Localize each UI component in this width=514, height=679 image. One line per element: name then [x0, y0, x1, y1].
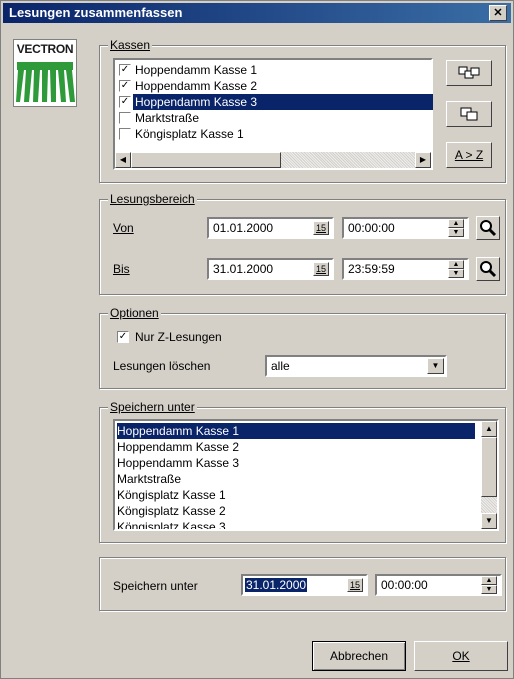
list-item[interactable]: Köngisplatz Kasse 2	[117, 503, 226, 519]
delete-select[interactable]: alle ▼	[265, 355, 447, 377]
from-time-field[interactable]: 00:00:00 ▲ ▼	[342, 217, 469, 239]
logo-graphic	[16, 62, 75, 102]
delete-label: Lesungen löschen	[113, 359, 211, 373]
checkbox[interactable]: ✓	[119, 80, 131, 92]
close-icon: ✕	[493, 7, 503, 19]
kassen-legend: Kassen	[108, 38, 153, 52]
arrow-left-icon: ◀	[119, 155, 127, 164]
list-item[interactable]: Marktstraße	[117, 471, 181, 487]
options-group: Optionen	[99, 306, 506, 389]
calendar-icon[interactable]: 15	[347, 578, 363, 592]
scroll-up-button[interactable]: ▲	[481, 421, 497, 437]
magnifier-icon	[480, 220, 497, 237]
scroll-thumb[interactable]	[481, 437, 497, 497]
spin-up-icon[interactable]: ▲	[448, 260, 464, 269]
list-item[interactable]: Hoppendamm Kasse 1	[117, 423, 475, 439]
logo-text: VECTRON	[16, 42, 74, 56]
options-legend: Optionen	[108, 306, 161, 320]
to-search-button[interactable]	[476, 257, 500, 281]
arrow-down-icon: ▼	[485, 516, 493, 525]
chevron-down-icon[interactable]: ▼	[427, 358, 444, 374]
from-label: Von	[113, 221, 134, 235]
cancel-button[interactable]: Abbrechen	[312, 641, 406, 671]
calendar-icon[interactable]: 15	[313, 221, 329, 235]
checkbox[interactable]: ✓	[119, 64, 131, 76]
spin-down-icon[interactable]: ▼	[448, 228, 464, 237]
scroll-track[interactable]	[281, 152, 415, 168]
list-item[interactable]: Hoppendamm Kasse 3	[117, 455, 239, 471]
dialog-window: Lesungen zusammenfassen ✕ VECTRON Kassen…	[0, 0, 514, 679]
spin-down-icon[interactable]: ▼	[448, 269, 464, 278]
sort-button[interactable]: A > Z	[446, 142, 492, 168]
z-only-checkbox[interactable]: ✓	[117, 331, 129, 343]
from-date-field[interactable]: 01.01.2000 15	[207, 217, 334, 239]
list-item[interactable]: Köngisplatz Kasse 1	[117, 126, 429, 142]
close-button[interactable]: ✕	[489, 5, 507, 21]
check-all-icon	[458, 66, 480, 79]
sort-label: A > Z	[454, 148, 484, 162]
from-search-button[interactable]	[476, 216, 500, 240]
list-item[interactable]: ✓ Hoppendamm Kasse 2	[117, 78, 429, 94]
list-item[interactable]: Köngisplatz Kasse 1	[117, 487, 226, 503]
scroll-thumb[interactable]	[131, 152, 281, 168]
list-item[interactable]: ✓ Hoppendamm Kasse 3	[117, 94, 433, 110]
scroll-track[interactable]	[481, 497, 497, 513]
copy-icon	[460, 107, 478, 121]
spin-down-icon[interactable]: ▼	[481, 585, 497, 594]
to-time-field[interactable]: 23:59:59 ▲ ▼	[342, 258, 469, 280]
spin-up-icon[interactable]: ▲	[481, 576, 497, 585]
to-date-field[interactable]: 31.01.2000 15	[207, 258, 334, 280]
save-date-label: Speichern unter	[113, 579, 198, 593]
range-group: Lesungsbereich	[99, 192, 506, 295]
arrow-right-icon: ▶	[419, 155, 427, 164]
checkbox[interactable]	[119, 128, 131, 140]
save-time-field[interactable]: 00:00:00 ▲ ▼	[375, 574, 502, 596]
to-label: Bis	[113, 262, 130, 276]
checkbox[interactable]	[119, 112, 131, 124]
copy-button[interactable]	[446, 101, 492, 127]
check-all-button[interactable]	[446, 60, 492, 86]
z-only-label: Nur Z-Lesungen	[135, 330, 222, 344]
range-legend: Lesungsbereich	[108, 192, 197, 206]
magnifier-icon	[480, 261, 497, 278]
spin-up-icon[interactable]: ▲	[448, 219, 464, 228]
kassen-list[interactable]: ✓ Hoppendamm Kasse 1 ✓ Hoppendamm Kasse …	[113, 58, 433, 170]
scroll-left-button[interactable]: ◀	[115, 152, 131, 168]
window-title: Lesungen zusammenfassen	[9, 5, 183, 20]
arrow-up-icon: ▲	[485, 424, 493, 433]
ok-button[interactable]: OK	[414, 641, 508, 671]
list-item[interactable]: ✓ Hoppendamm Kasse 1	[117, 62, 429, 78]
calendar-icon[interactable]: 15	[313, 262, 329, 276]
list-item[interactable]: Marktstraße	[117, 110, 429, 126]
scroll-right-button[interactable]: ▶	[415, 152, 431, 168]
save-list-legend: Speichern unter	[108, 400, 197, 414]
list-item[interactable]: Köngisplatz Kasse 3	[117, 519, 226, 529]
checkbox[interactable]: ✓	[119, 96, 131, 108]
save-list[interactable]: Hoppendamm Kasse 1 Hoppendamm Kasse 2 Ho…	[113, 419, 499, 531]
scroll-down-button[interactable]: ▼	[481, 513, 497, 529]
save-date-field[interactable]: 31.01.2000 15	[241, 574, 368, 596]
vectron-logo: VECTRON	[13, 39, 77, 107]
list-item[interactable]: Hoppendamm Kasse 2	[117, 439, 239, 455]
title-bar: Lesungen zusammenfassen ✕	[3, 3, 511, 23]
